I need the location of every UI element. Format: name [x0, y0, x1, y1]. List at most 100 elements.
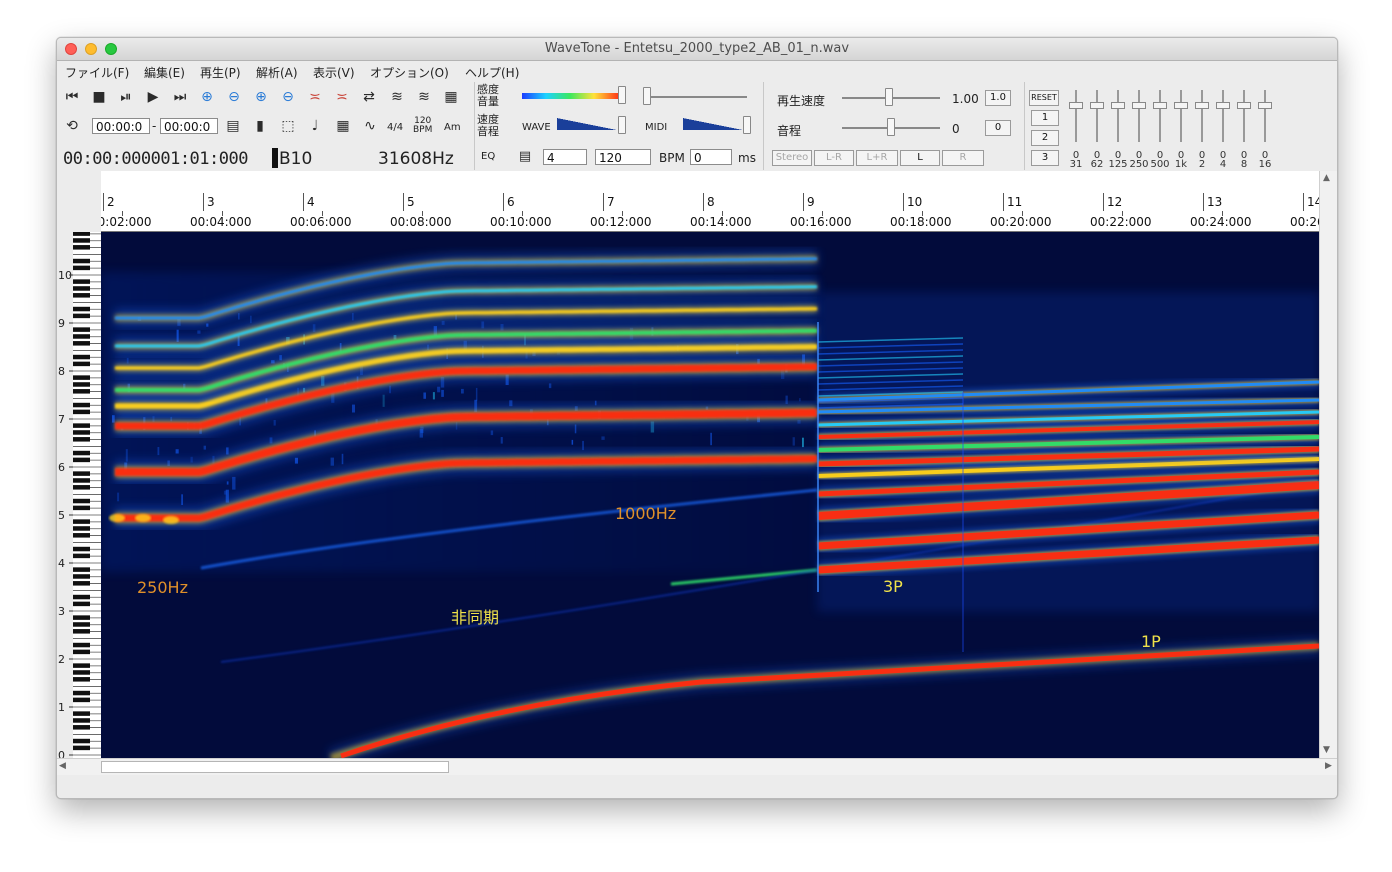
swap-icon[interactable]: ⇄	[359, 87, 379, 107]
eq-band-track[interactable]	[1138, 90, 1140, 142]
piano-black-key[interactable]	[73, 375, 90, 380]
piano-black-key[interactable]	[73, 738, 90, 744]
channel-r-button[interactable]: R	[942, 150, 984, 166]
horizontal-scroll-thumb[interactable]	[101, 761, 449, 773]
piano-black-key[interactable]	[73, 327, 90, 332]
eq-band-thumb[interactable]	[1237, 102, 1251, 109]
pitch-reset-button[interactable]: 0	[985, 120, 1011, 136]
eq-band-track[interactable]	[1159, 90, 1161, 142]
pause-icon[interactable]: ⏯	[116, 87, 136, 107]
eq-label[interactable]: EQ	[481, 151, 495, 162]
piano-black-key[interactable]	[73, 478, 90, 483]
eq-preset-1-button[interactable]: 1	[1031, 110, 1059, 126]
piano-black-key[interactable]	[73, 697, 90, 703]
eq-band-track[interactable]	[1222, 90, 1224, 142]
shrink-icon[interactable]: ≍	[332, 87, 352, 107]
piano-black-key[interactable]	[73, 430, 90, 435]
eq-band-thumb[interactable]	[1174, 102, 1188, 109]
piano-black-key[interactable]	[73, 505, 90, 511]
piano-black-key[interactable]	[73, 594, 90, 600]
eq-band-thumb[interactable]	[1153, 102, 1167, 109]
piano-black-key[interactable]	[73, 519, 90, 524]
piano-black-key[interactable]	[73, 725, 90, 730]
scroll-left-icon[interactable]: ◀	[59, 761, 66, 771]
channel-l-button[interactable]: L	[900, 150, 940, 166]
marker-icon[interactable]: ▮	[250, 116, 270, 136]
piano-black-key[interactable]	[73, 629, 90, 634]
eq-band-thumb[interactable]	[1090, 102, 1104, 109]
piano-black-key[interactable]	[73, 567, 90, 572]
fast-forward-icon[interactable]: ⏭	[170, 87, 190, 107]
piano-black-key[interactable]	[73, 245, 90, 250]
zoom-in-vertical-icon[interactable]: ⊕	[251, 87, 271, 107]
grid-icon[interactable]: ▤	[223, 116, 243, 136]
piano-black-key[interactable]	[73, 306, 90, 312]
eq-band-track[interactable]	[1075, 90, 1077, 142]
piano-black-key[interactable]	[73, 402, 90, 408]
eq-preset-3-button[interactable]: 3	[1031, 150, 1059, 166]
piano-black-key[interactable]	[73, 649, 90, 655]
piano-black-key[interactable]	[73, 232, 90, 236]
scroll-down-icon[interactable]: ▼	[1323, 745, 1330, 755]
curve-icon[interactable]: ∿	[360, 116, 380, 136]
piano-black-key[interactable]	[73, 677, 90, 682]
piano-black-key[interactable]	[73, 498, 90, 504]
zoom-out-vertical-icon[interactable]: ⊖	[278, 87, 298, 107]
piano-black-key[interactable]	[73, 485, 90, 490]
eq-band-thumb[interactable]	[1195, 102, 1209, 109]
channel-stereo-button[interactable]: Stereo	[772, 150, 812, 166]
eq-band-thumb[interactable]	[1069, 102, 1083, 109]
piano-black-key[interactable]	[73, 663, 90, 668]
piano-black-key[interactable]	[73, 622, 90, 627]
menu-play[interactable]: 再生(P)	[200, 64, 241, 81]
piano-black-key[interactable]	[73, 601, 90, 607]
piano-black-key[interactable]	[73, 670, 90, 675]
eq-band-thumb[interactable]	[1111, 102, 1125, 109]
zoom-in-horizontal-icon[interactable]: ⊕	[197, 87, 217, 107]
eq-band-track[interactable]	[1201, 90, 1203, 142]
midi-slider-thumb[interactable]	[743, 116, 751, 134]
time-signature-button[interactable]: 4/4	[387, 122, 403, 133]
loop-icon[interactable]: ⟲	[62, 116, 82, 136]
piano-black-key[interactable]	[73, 574, 90, 579]
piano-black-key[interactable]	[73, 437, 90, 442]
note-icon[interactable]: ♩	[305, 116, 325, 136]
piano-black-key[interactable]	[73, 553, 90, 559]
piano-black-key[interactable]	[73, 286, 90, 291]
piano-black-key[interactable]	[73, 457, 90, 463]
title-bar[interactable]: WaveTone - Entetsu_2000_type2_AB_01_n.wa…	[57, 38, 1337, 61]
wave-slider-thumb[interactable]	[618, 116, 626, 134]
piano-black-key[interactable]	[73, 293, 90, 298]
piano-black-key[interactable]	[73, 471, 90, 476]
volume-slider-thumb[interactable]	[643, 87, 651, 105]
scroll-right-icon[interactable]: ▶	[1325, 761, 1332, 771]
piano-black-key[interactable]	[73, 690, 90, 696]
chord-button[interactable]: Am	[444, 122, 461, 133]
piano-black-key[interactable]	[73, 354, 90, 360]
piano-black-key[interactable]	[73, 533, 90, 538]
piano-black-key[interactable]	[73, 313, 90, 319]
piano-black-key[interactable]	[73, 642, 90, 648]
eq-band-track[interactable]	[1264, 90, 1266, 142]
channel-l-minus-r-button[interactable]: L-R	[814, 150, 854, 166]
piano-black-key[interactable]	[73, 615, 90, 620]
bpm-field[interactable]: 120	[595, 149, 651, 165]
sensitivity-slider-thumb[interactable]	[618, 86, 626, 104]
eq-reset-button[interactable]: RESET	[1029, 90, 1059, 106]
eq-band-track[interactable]	[1243, 90, 1245, 142]
piano-black-key[interactable]	[73, 718, 90, 723]
eq-band-track[interactable]	[1180, 90, 1182, 142]
ms-field[interactable]: 0	[690, 149, 732, 165]
pitch-thumb[interactable]	[887, 118, 895, 136]
play-icon[interactable]: ▶	[143, 87, 163, 107]
bpm-button[interactable]: 120 BPM	[413, 117, 432, 135]
piano-black-key[interactable]	[73, 526, 90, 531]
volume-slider-track[interactable]	[645, 96, 747, 98]
loop-start-field[interactable]: 00:00:0	[92, 118, 150, 134]
channel-l-plus-r-button[interactable]: L+R	[856, 150, 898, 166]
select-icon[interactable]: ⬚	[278, 116, 298, 136]
loop-end-field[interactable]: 00:00:0	[160, 118, 218, 134]
spectrogram[interactable]: 250Hz 1000Hz 非同期 3P 1P	[101, 232, 1319, 758]
playback-speed-thumb[interactable]	[885, 88, 893, 106]
eq-preset-2-button[interactable]: 2	[1031, 130, 1059, 146]
